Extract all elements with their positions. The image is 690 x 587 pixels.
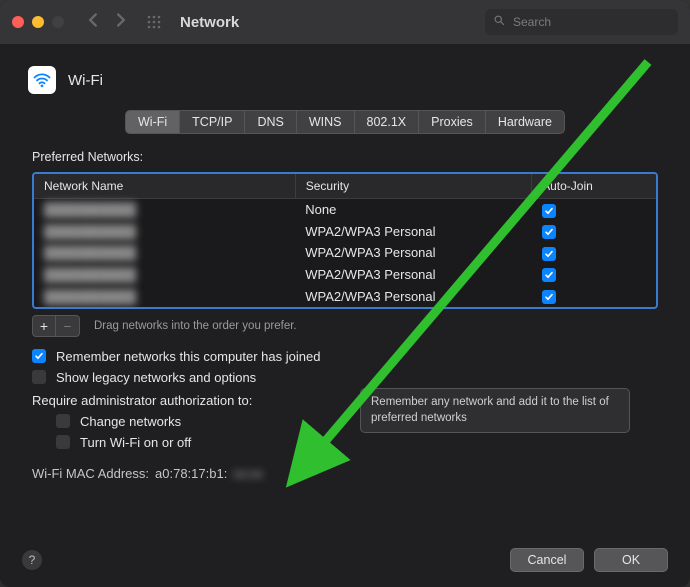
- mac-address-redacted: xx:xx: [233, 466, 263, 481]
- network-autojoin-cell: [532, 264, 656, 286]
- col-security[interactable]: Security: [295, 174, 531, 199]
- network-autojoin-cell: [532, 221, 656, 243]
- autojoin-checkbox[interactable]: [542, 204, 556, 218]
- show-legacy-label: Show legacy networks and options: [56, 370, 256, 385]
- autojoin-checkbox[interactable]: [542, 290, 556, 304]
- network-name-cell: ██████████: [34, 285, 295, 307]
- show-legacy-checkbox[interactable]: [32, 370, 46, 384]
- network-name-cell: ██████████: [34, 199, 295, 221]
- search-field[interactable]: [485, 9, 678, 35]
- window-controls: [12, 16, 64, 28]
- network-security-cell: WPA2/WPA3 Personal: [295, 242, 531, 264]
- preferences-window: Network Wi-Fi Wi-FiTCP/IPDNSWINS802.1XPr…: [0, 0, 690, 587]
- mac-address-label: Wi-Fi MAC Address:: [32, 466, 149, 481]
- dialog-footer: ? Cancel OK: [0, 533, 690, 587]
- tab-tcpip[interactable]: TCP/IP: [179, 110, 244, 134]
- zoom-window-button[interactable]: [52, 16, 64, 28]
- drag-hint: Drag networks into the order you prefer.: [94, 320, 297, 332]
- wifi-icon: [28, 66, 56, 94]
- autojoin-checkbox[interactable]: [542, 225, 556, 239]
- tab-wins[interactable]: WINS: [296, 110, 354, 134]
- search-input[interactable]: [511, 14, 670, 30]
- titlebar: Network: [0, 0, 690, 44]
- mac-address-row: Wi-Fi MAC Address: a0:78:17:b1: xx:xx: [32, 466, 658, 481]
- network-security-cell: WPA2/WPA3 Personal: [295, 285, 531, 307]
- forward-button[interactable]: [114, 13, 128, 32]
- admin-toggle-wifi-row[interactable]: Turn Wi-Fi on or off: [56, 435, 658, 450]
- network-autojoin-cell: [532, 285, 656, 307]
- table-row[interactable]: ██████████WPA2/WPA3 Personal: [34, 242, 656, 264]
- tab-hardware[interactable]: Hardware: [485, 110, 565, 134]
- nav-arrows: [86, 13, 128, 32]
- autojoin-checkbox[interactable]: [542, 268, 556, 282]
- tab-8021x[interactable]: 802.1X: [354, 110, 419, 134]
- minimize-window-button[interactable]: [32, 16, 44, 28]
- help-button[interactable]: ?: [22, 550, 42, 570]
- admin-change-networks-label: Change networks: [80, 414, 181, 429]
- add-network-button[interactable]: +: [32, 315, 56, 337]
- tab-bar: Wi-FiTCP/IPDNSWINS802.1XProxiesHardware: [28, 110, 662, 134]
- table-row[interactable]: ██████████WPA2/WPA3 Personal: [34, 285, 656, 307]
- table-row[interactable]: ██████████WPA2/WPA3 Personal: [34, 264, 656, 286]
- table-row[interactable]: ██████████WPA2/WPA3 Personal: [34, 221, 656, 243]
- tab-wifi[interactable]: Wi-Fi: [125, 110, 179, 134]
- network-autojoin-cell: [532, 242, 656, 264]
- preferred-networks-label: Preferred Networks:: [32, 150, 658, 164]
- remove-network-button[interactable]: −: [56, 315, 80, 337]
- show-legacy-row[interactable]: Show legacy networks and options: [32, 370, 658, 385]
- network-security-cell: None: [295, 199, 531, 221]
- admin-toggle-wifi-label: Turn Wi-Fi on or off: [80, 435, 191, 450]
- table-row[interactable]: ██████████None: [34, 199, 656, 221]
- back-button[interactable]: [86, 13, 100, 32]
- admin-toggle-wifi-checkbox[interactable]: [56, 435, 70, 449]
- col-network-name[interactable]: Network Name: [34, 174, 295, 199]
- remember-networks-label: Remember networks this computer has join…: [56, 349, 320, 364]
- network-name-cell: ██████████: [34, 221, 295, 243]
- remember-networks-checkbox[interactable]: [32, 349, 46, 363]
- show-all-icon[interactable]: [146, 14, 162, 30]
- remember-networks-row[interactable]: Remember networks this computer has join…: [32, 349, 658, 364]
- network-security-cell: WPA2/WPA3 Personal: [295, 221, 531, 243]
- col-auto-join[interactable]: Auto-Join: [532, 174, 656, 199]
- preferred-networks-table[interactable]: Network Name Security Auto-Join ████████…: [32, 172, 658, 309]
- network-name-cell: ██████████: [34, 242, 295, 264]
- admin-change-networks-checkbox[interactable]: [56, 414, 70, 428]
- ok-button[interactable]: OK: [594, 548, 668, 572]
- network-autojoin-cell: [532, 199, 656, 221]
- search-icon: [493, 13, 505, 31]
- mac-address-value: a0:78:17:b1:: [155, 466, 227, 481]
- tab-dns[interactable]: DNS: [244, 110, 295, 134]
- tab-proxies[interactable]: Proxies: [418, 110, 485, 134]
- page-title: Wi-Fi: [68, 72, 103, 89]
- network-name-cell: ██████████: [34, 264, 295, 286]
- cancel-button[interactable]: Cancel: [510, 548, 584, 572]
- remember-networks-tooltip: Remember any network and add it to the l…: [360, 388, 630, 433]
- page-heading: Wi-Fi: [28, 66, 662, 94]
- window-title: Network: [180, 14, 239, 31]
- close-window-button[interactable]: [12, 16, 24, 28]
- autojoin-checkbox[interactable]: [542, 247, 556, 261]
- network-security-cell: WPA2/WPA3 Personal: [295, 264, 531, 286]
